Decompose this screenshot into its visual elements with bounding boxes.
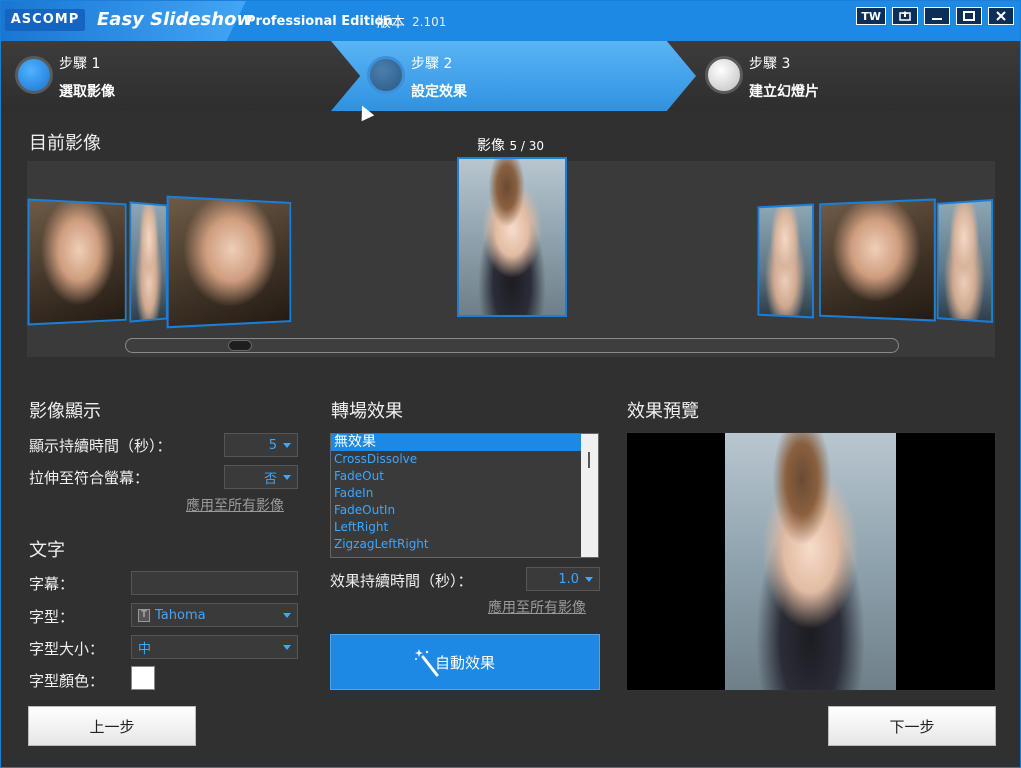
ascomp-logo: ASCOMP [5, 9, 85, 31]
auto-effect-button[interactable]: 自動效果 [330, 634, 600, 690]
language-button[interactable]: TW [856, 7, 886, 25]
transition-list[interactable]: 無效果 CrossDissolve FadeOut FadeIn FadeOut… [330, 433, 599, 558]
step-3-name: 建立幻燈片 [749, 84, 819, 100]
font-select[interactable]: T Tahoma [131, 603, 298, 627]
thumbnail-photo [131, 203, 166, 321]
version-label: 版本 [377, 15, 405, 31]
list-scroll-thumb[interactable] [588, 452, 590, 468]
update-icon[interactable] [892, 7, 918, 25]
list-item[interactable]: FadeOut [331, 468, 598, 485]
list-scrollbar[interactable] [581, 434, 598, 557]
chevron-down-icon [283, 443, 291, 448]
thumbnail-photo [820, 200, 934, 320]
step-3-indicator [705, 56, 743, 94]
stretch-label: 拉伸至符合螢幕： [29, 469, 150, 487]
font-value: Tahoma [155, 607, 206, 623]
apply-all-effects-link[interactable]: 應用至所有影像 [488, 597, 586, 617]
chevron-down-icon [585, 577, 593, 582]
carousel-scroll-thumb[interactable] [228, 340, 252, 351]
app-name: Easy Slideshow [97, 9, 254, 30]
step-3-number: 步驟 3 [749, 56, 791, 72]
thumbnail-2[interactable] [129, 201, 168, 323]
version-number: 2.101 [412, 15, 447, 29]
maximize-icon[interactable] [956, 7, 982, 25]
step-1-name: 選取影像 [59, 84, 115, 100]
text-section-title: 文字 [29, 540, 65, 561]
thumbnail-photo [459, 159, 565, 315]
display-duration-value: 5 [268, 437, 277, 453]
preview-image [725, 433, 896, 690]
thumbnail-8[interactable] [936, 198, 994, 324]
stretch-select[interactable]: 否 [224, 465, 298, 489]
thumbnail-1[interactable] [27, 198, 127, 326]
effect-duration-select[interactable]: 1.0 [526, 567, 600, 591]
app-window: ASCOMP Easy Slideshow Professional Editi… [0, 0, 1021, 768]
font-color-label: 字型顏色： [29, 672, 105, 690]
thumbnail-photo [759, 205, 812, 317]
caption-input[interactable] [131, 571, 298, 595]
close-icon[interactable] [988, 7, 1014, 25]
image-display-title: 影像顯示 [29, 401, 101, 422]
step-3[interactable]: 步驟 3 建立幻燈片 [691, 41, 1020, 111]
step-2-name: 設定效果 [411, 84, 467, 100]
step-navigation: 步驟 1 選取影像 步驟 3 建立幻燈片 步驟 2 設定效果 [1, 41, 1020, 111]
step-2-indicator [367, 56, 405, 94]
font-size-select[interactable]: 中 [131, 635, 298, 659]
carousel-scrollbar[interactable] [125, 338, 899, 353]
transition-title: 轉場效果 [331, 401, 403, 422]
thumbnail-current[interactable] [457, 157, 567, 317]
font-size-label: 字型大小： [29, 640, 105, 658]
display-duration-label: 顯示持續時間（秒）： [29, 437, 172, 455]
stretch-value: 否 [263, 471, 277, 487]
image-counter: 影像 5 / 30 [477, 135, 544, 155]
list-item[interactable]: FadeIn [331, 485, 598, 502]
title-bar[interactable]: ASCOMP Easy Slideshow Professional Editi… [1, 1, 1020, 41]
thumbnail-photo [29, 200, 125, 324]
window-controls: TW [856, 7, 1014, 25]
edition-label: Professional Edition [246, 14, 393, 29]
list-item[interactable]: ZigzagLeftRight [331, 536, 598, 553]
list-item[interactable]: 無效果 [331, 434, 598, 451]
image-carousel[interactable] [27, 157, 995, 357]
caption-label: 字幕： [29, 575, 75, 593]
current-image-title: 目前影像 [29, 133, 101, 154]
apply-all-images-link[interactable]: 應用至所有影像 [186, 495, 284, 515]
step-2-number: 步驟 2 [411, 56, 453, 72]
effect-preview [626, 432, 996, 691]
chevron-down-icon [283, 645, 291, 650]
effect-duration-value: 1.0 [558, 571, 579, 587]
effect-duration-label: 效果持續時間（秒）： [330, 572, 473, 590]
chevron-down-icon [283, 475, 291, 480]
step-1[interactable]: 步驟 1 選取影像 [1, 41, 341, 111]
list-item[interactable]: FadeOutIn [331, 502, 598, 519]
thumbnail-photo [168, 197, 290, 327]
image-counter-label: 影像 [477, 138, 505, 154]
next-button[interactable]: 下一步 [828, 706, 996, 746]
auto-effect-label: 自動效果 [434, 653, 495, 672]
font-label: 字型： [29, 608, 75, 626]
thumbnail-photo [938, 201, 992, 321]
font-size-value: 中 [138, 641, 152, 657]
list-item[interactable]: CrossDissolve [331, 451, 598, 468]
font-color-swatch[interactable] [131, 666, 155, 690]
step-1-number: 步驟 1 [59, 56, 101, 72]
preview-title: 效果預覽 [627, 401, 699, 422]
step-1-indicator [15, 56, 53, 94]
thumbnail-6[interactable] [757, 203, 814, 319]
image-counter-value: 5 / 30 [509, 139, 545, 153]
list-item[interactable]: LeftRight [331, 519, 598, 536]
font-icon: T [138, 608, 150, 622]
thumbnail-7[interactable] [819, 198, 936, 322]
magic-wand-icon [415, 649, 439, 677]
thumbnail-3[interactable] [166, 195, 292, 329]
chevron-down-icon [283, 613, 291, 618]
minimize-icon[interactable] [924, 7, 950, 25]
previous-button[interactable]: 上一步 [28, 706, 196, 746]
step-2[interactable]: 步驟 2 設定效果 [331, 41, 696, 111]
display-duration-select[interactable]: 5 [224, 433, 298, 457]
